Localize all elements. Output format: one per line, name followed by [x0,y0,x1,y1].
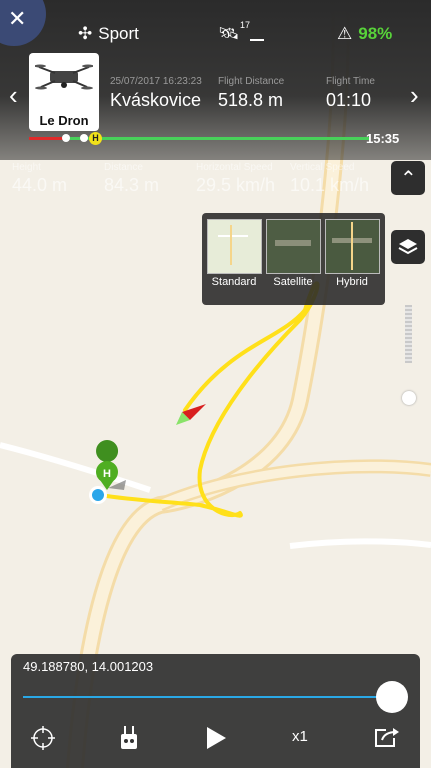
coordinates-readout: 49.188780, 14.001203 [23,659,154,674]
close-icon: ✕ [8,6,27,31]
satellite-count: 17 [240,20,251,30]
playback-progress[interactable] [23,696,393,698]
signal-bars-icon [249,27,264,41]
distance-value: 84.3 m [104,175,160,195]
layer-label-satellite: Satellite [273,276,313,288]
zoom-handle[interactable] [402,391,416,405]
flight-datetime: 25/07/2017 16:23:23 [110,76,202,87]
layers-icon [398,239,418,255]
flight-time-value: 01:10 [326,90,372,110]
flight-distance-label: Flight Distance [218,76,285,87]
flight-time-label: Flight Time [326,76,375,87]
layer-label-standard: Standard [211,276,257,288]
map-layers-button[interactable] [391,230,425,264]
vspeed-value: 10.1 km/h [290,175,370,195]
map-layer-panel: Standard Satellite Hybrid [202,213,385,305]
playback-slider-handle[interactable] [376,681,408,713]
timeline-segment-green [63,137,369,140]
share-icon [375,728,399,747]
layer-label-hybrid: Hybrid [336,276,368,288]
distance-label: Distance [104,162,143,173]
locate-button[interactable] [31,726,55,755]
chevron-up-icon: ⌃ [400,168,417,190]
layer-option-standard[interactable] [207,219,262,274]
playback-speed-button[interactable]: x1 [292,728,308,745]
chevron-left-icon: ‹ [9,80,18,110]
timeline-end-time: 15:35 [366,131,400,146]
drone-mode-icon: ✣ [78,24,93,43]
flight-distance-value: 518.8 m [218,90,284,110]
home-marker-label: H [103,468,111,480]
height-label: Height [12,162,41,173]
timeline-home-marker: H [89,132,102,145]
share-button[interactable] [374,726,400,753]
prev-flight-button[interactable]: ‹ [9,80,18,111]
zoom-scale[interactable] [405,305,412,363]
gps-status: 🛰 17 [218,20,264,44]
remote-controller-button[interactable] [119,726,139,755]
flight-mode-label: Sport [98,24,139,43]
timeline-segment-red [29,137,63,140]
timeline-marker [80,134,88,142]
drone-image [35,64,93,90]
chevron-right-icon: › [410,80,419,110]
playback-panel: 49.188780, 14.001203 x1 [11,654,420,768]
vspeed-label: Vertical Speed [290,162,355,173]
remote-controller-icon [121,726,137,749]
next-flight-button[interactable]: › [410,80,419,111]
collapse-header-button[interactable]: ⌃ [391,161,425,195]
satellite-icon: 🛰 [218,24,240,43]
hspeed-value: 29.5 km/h [196,175,276,195]
play-icon [207,727,226,749]
flight-mode-status: ✣ Sport [78,24,139,44]
height-value: 44.0 m [12,175,68,195]
layer-option-satellite[interactable] [266,219,321,274]
battery-status: ⚠ 98% [337,24,392,44]
play-button[interactable] [204,726,228,755]
drone-name: Le Dron [39,113,89,128]
crosshair-icon [31,726,55,750]
hspeed-label: Horizontal Speed [196,162,273,173]
timeline-marker [62,134,70,142]
layer-option-hybrid[interactable] [325,219,380,274]
drone-thumbnail[interactable]: Le Dron [29,53,99,131]
flight-timeline[interactable]: H [29,132,369,145]
battery-percent: 98% [358,24,393,43]
flight-location: Kváskovice [110,90,202,110]
battery-icon: ⚠ [337,24,353,43]
